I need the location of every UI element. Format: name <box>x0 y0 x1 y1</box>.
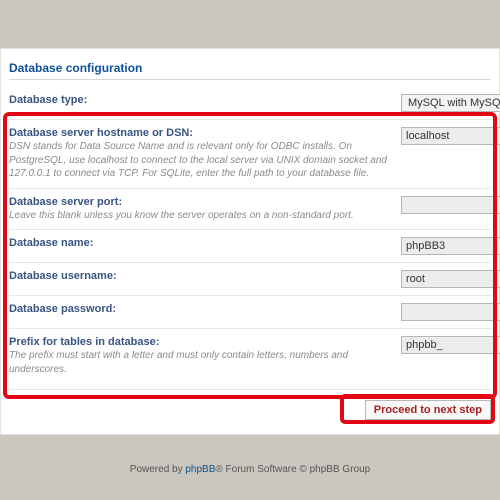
row-db-host: Database server hostname or DSN: DSN sta… <box>9 119 491 188</box>
db-user-input[interactable] <box>401 270 500 288</box>
install-panel: Database configuration Database type: My… <box>0 48 500 435</box>
input-col <box>401 336 491 354</box>
db-name-label: Database name: <box>9 237 391 249</box>
label-col: Database password: <box>9 303 401 315</box>
input-col: MySQL with MySQLi Exten <box>401 94 491 112</box>
db-pass-label: Database password: <box>9 303 391 315</box>
db-name-input[interactable] <box>401 237 500 255</box>
db-prefix-input[interactable] <box>401 336 500 354</box>
db-host-input[interactable] <box>401 127 500 145</box>
input-col <box>401 270 491 288</box>
db-host-help: DSN stands for Data Source Name and is r… <box>9 140 391 181</box>
db-type-label: Database type: <box>9 94 391 106</box>
input-col <box>401 303 491 321</box>
row-db-pass: Database password: <box>9 295 491 328</box>
label-col: Database name: <box>9 237 401 249</box>
row-db-port: Database server port: Leave this blank u… <box>9 188 491 230</box>
input-col <box>401 127 491 145</box>
footer-prefix: Powered by <box>130 464 186 475</box>
db-prefix-help: The prefix must start with a letter and … <box>9 349 391 376</box>
db-port-label: Database server port: <box>9 196 391 208</box>
db-type-select[interactable]: MySQL with MySQLi Exten <box>401 94 500 112</box>
db-pass-input[interactable] <box>401 303 500 321</box>
input-col <box>401 196 491 214</box>
row-db-user: Database username: <box>9 262 491 295</box>
form-area: Database type: MySQL with MySQLi Exten D… <box>9 90 491 383</box>
label-col: Prefix for tables in database: The prefi… <box>9 336 401 376</box>
proceed-button[interactable]: Proceed to next step <box>365 400 491 420</box>
label-col: Database username: <box>9 270 401 282</box>
label-col: Database type: <box>9 94 401 106</box>
footer-suffix: ® Forum Software © phpBB Group <box>215 464 370 475</box>
row-db-type: Database type: MySQL with MySQLi Exten <box>9 90 491 119</box>
db-port-help: Leave this blank unless you know the ser… <box>9 209 391 223</box>
db-user-label: Database username: <box>9 270 391 282</box>
section-title: Database configuration <box>9 61 491 80</box>
label-col: Database server port: Leave this blank u… <box>9 196 401 223</box>
input-col <box>401 237 491 255</box>
db-port-input[interactable] <box>401 196 500 214</box>
footer-credits: Powered by phpBB® Forum Software © phpBB… <box>0 464 500 475</box>
submit-area: Proceed to next step <box>9 389 491 420</box>
footer-brand-link[interactable]: phpBB <box>185 464 215 475</box>
row-db-name: Database name: <box>9 229 491 262</box>
db-host-label: Database server hostname or DSN: <box>9 127 391 139</box>
label-col: Database server hostname or DSN: DSN sta… <box>9 127 401 181</box>
db-prefix-label: Prefix for tables in database: <box>9 336 391 348</box>
row-db-prefix: Prefix for tables in database: The prefi… <box>9 328 491 383</box>
